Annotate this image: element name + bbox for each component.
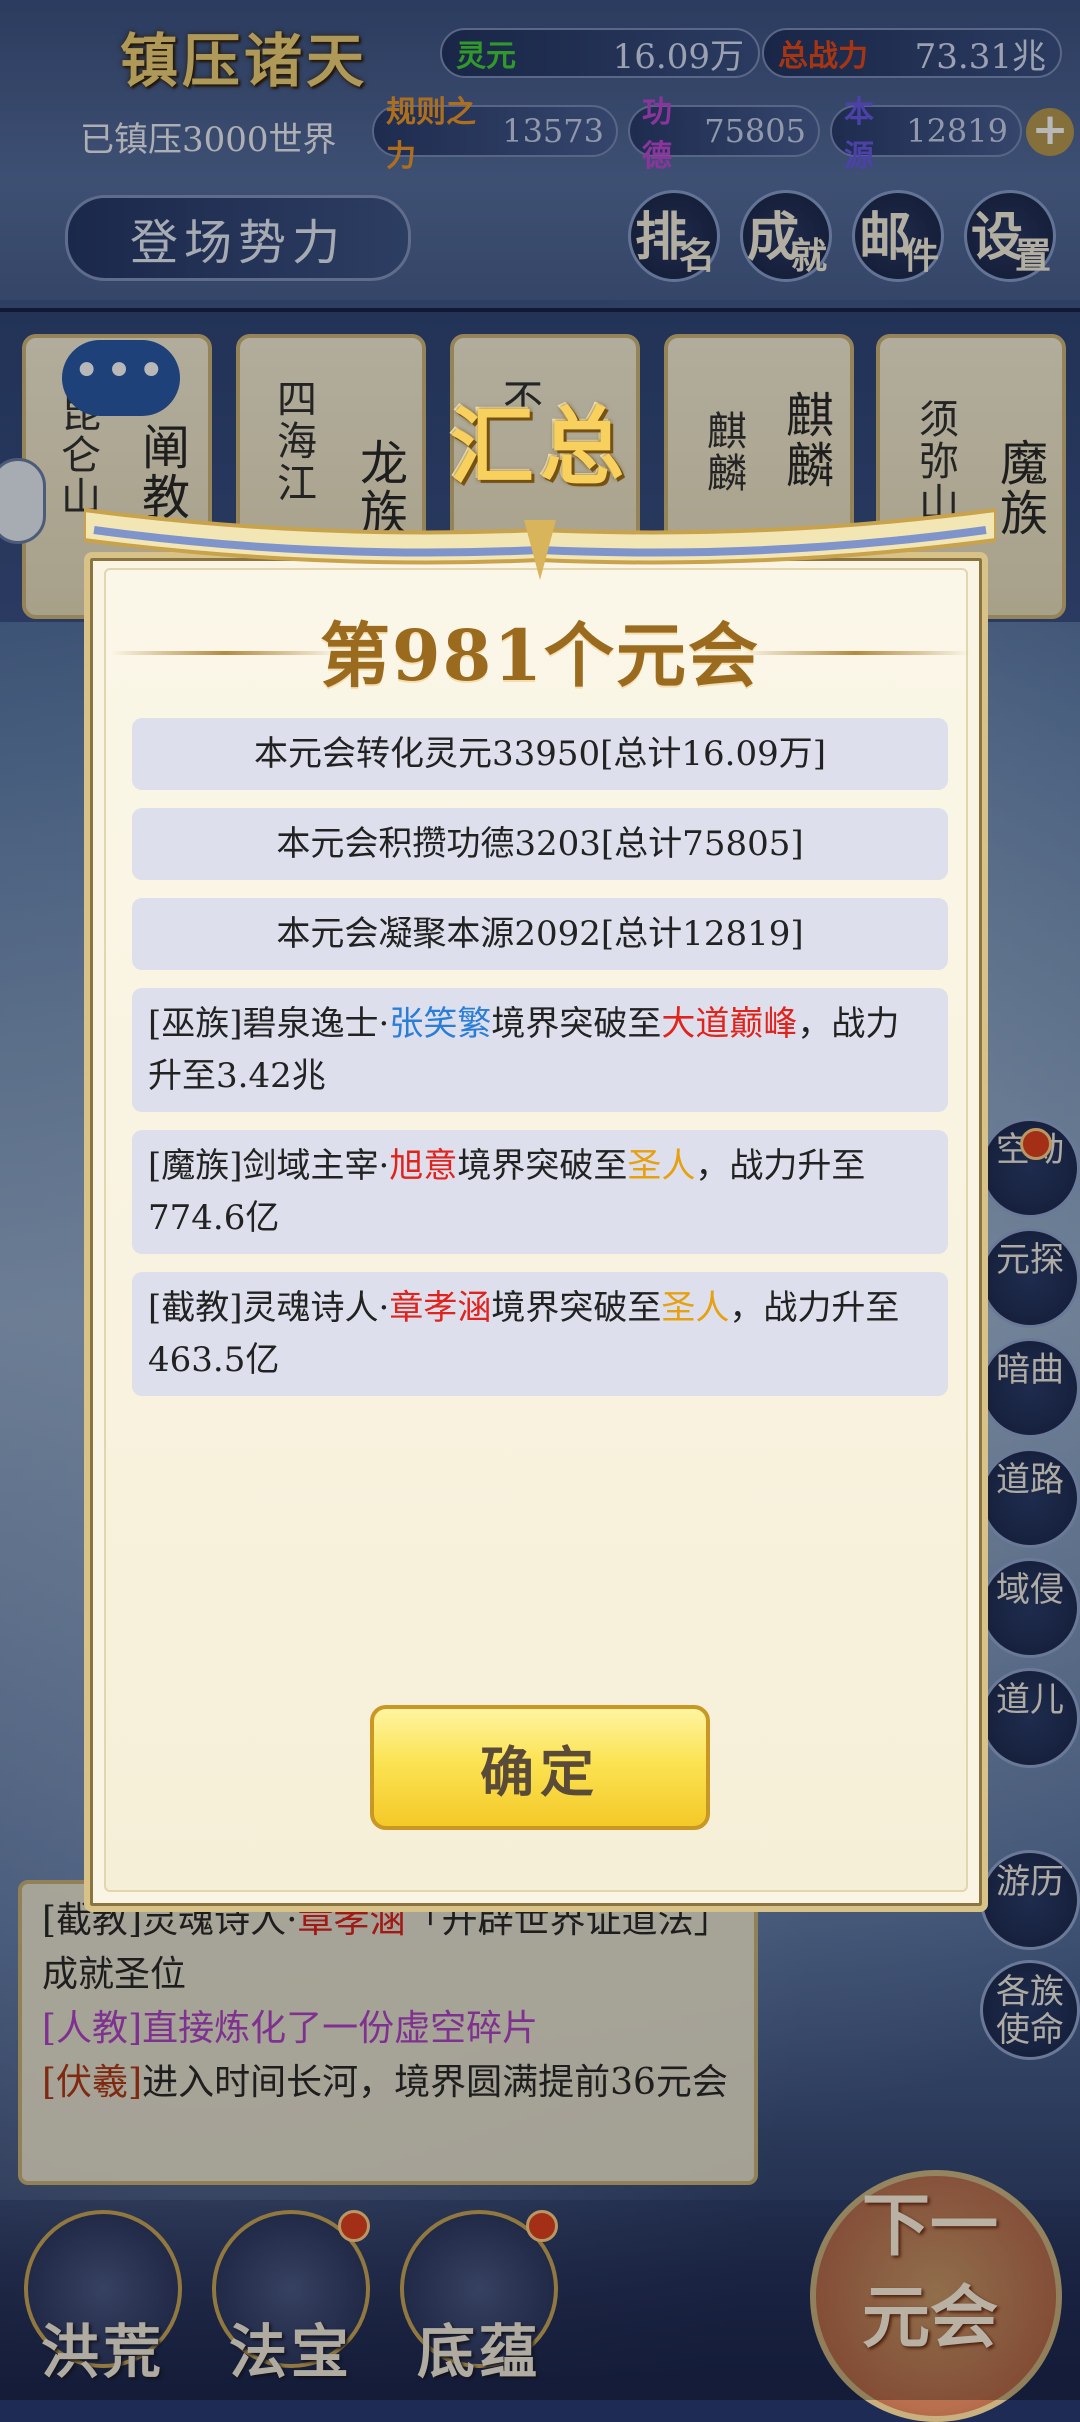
event-character-name: 旭意 (389, 1146, 458, 1186)
confirm-button[interactable]: 确定 (370, 1705, 710, 1830)
summary-messages: 本元会转化灵元33950[总计16.09万] 本元会积攒功德3203[总计758… (132, 718, 948, 1414)
event-prefix: [巫族]碧泉逸士· (148, 1004, 390, 1044)
event-character-name: 张笑繁 (389, 1004, 492, 1044)
summary-line-origin: 本元会凝聚本源2092[总计12819] (132, 898, 948, 970)
event-realm: 圣人 (661, 1288, 730, 1328)
round-title: 第981个元会 (319, 614, 761, 697)
event-mid: 境界突破至 (457, 1146, 628, 1186)
event-prefix: [魔族]剑域主宰· (148, 1146, 390, 1186)
event-mid: 境界突破至 (491, 1288, 662, 1328)
event-mid: 境界突破至 (491, 1004, 662, 1044)
event-character-name: 章孝涵 (389, 1288, 492, 1328)
event-realm: 圣人 (627, 1146, 696, 1186)
event-realm: 大道巅峰 (661, 1004, 798, 1044)
book-ornament (84, 500, 996, 590)
event-message: [魔族]剑域主宰·旭意境界突破至圣人，战力升至774.6亿 (132, 1130, 948, 1254)
summary-header: 汇总 (449, 397, 630, 496)
event-message: [截教]灵魂诗人·章孝涵境界突破至圣人，战力升至463.5亿 (132, 1272, 948, 1396)
summary-line-spirit: 本元会转化灵元33950[总计16.09万] (132, 718, 948, 790)
summary-line-merit: 本元会积攒功德3203[总计75805] (132, 808, 948, 880)
event-prefix: [截教]灵魂诗人· (148, 1288, 390, 1328)
event-message: [巫族]碧泉逸士·张笑繁境界突破至大道巅峰，战力升至3.42兆 (132, 988, 948, 1112)
